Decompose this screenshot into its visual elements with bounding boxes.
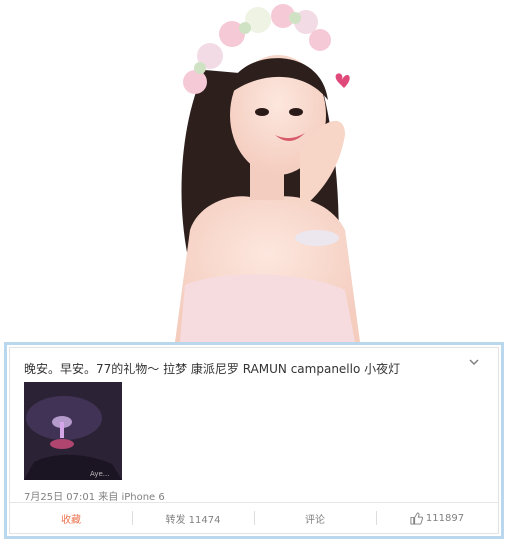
- comment-label: 评论: [305, 514, 325, 526]
- comment-button[interactable]: 评论: [254, 503, 376, 533]
- weibo-post-card: 晚安。早安。77的礼物～ 拉梦 康派尼罗 RAMUN campanello 小夜…: [4, 342, 504, 539]
- repost-button[interactable]: 转发 11474: [132, 503, 254, 533]
- post-photo: [0, 0, 510, 342]
- post-text: 晚安。早安。77的礼物～ 拉梦 康派尼罗 RAMUN campanello 小夜…: [24, 362, 401, 376]
- post-meta: 7月25日 07:01 来自 iPhone 6: [24, 488, 165, 503]
- portrait-illustration: [175, 4, 360, 342]
- favorite-label: 收藏: [61, 514, 81, 526]
- like-button[interactable]: 111897: [376, 503, 498, 533]
- thumb-watermark: Aye...: [90, 470, 109, 478]
- like-count: 111897: [425, 512, 465, 524]
- thumbs-up-icon: [410, 511, 423, 525]
- post-image-thumbnail[interactable]: Aye...: [24, 382, 122, 480]
- night-lamp-photo: Aye...: [24, 382, 122, 480]
- action-bar: 收藏 转发 11474 评论 111897: [10, 502, 498, 533]
- repost-label: 转发 11474: [165, 514, 221, 526]
- favorite-button[interactable]: 收藏: [10, 503, 132, 533]
- chevron-down-icon[interactable]: [466, 354, 482, 370]
